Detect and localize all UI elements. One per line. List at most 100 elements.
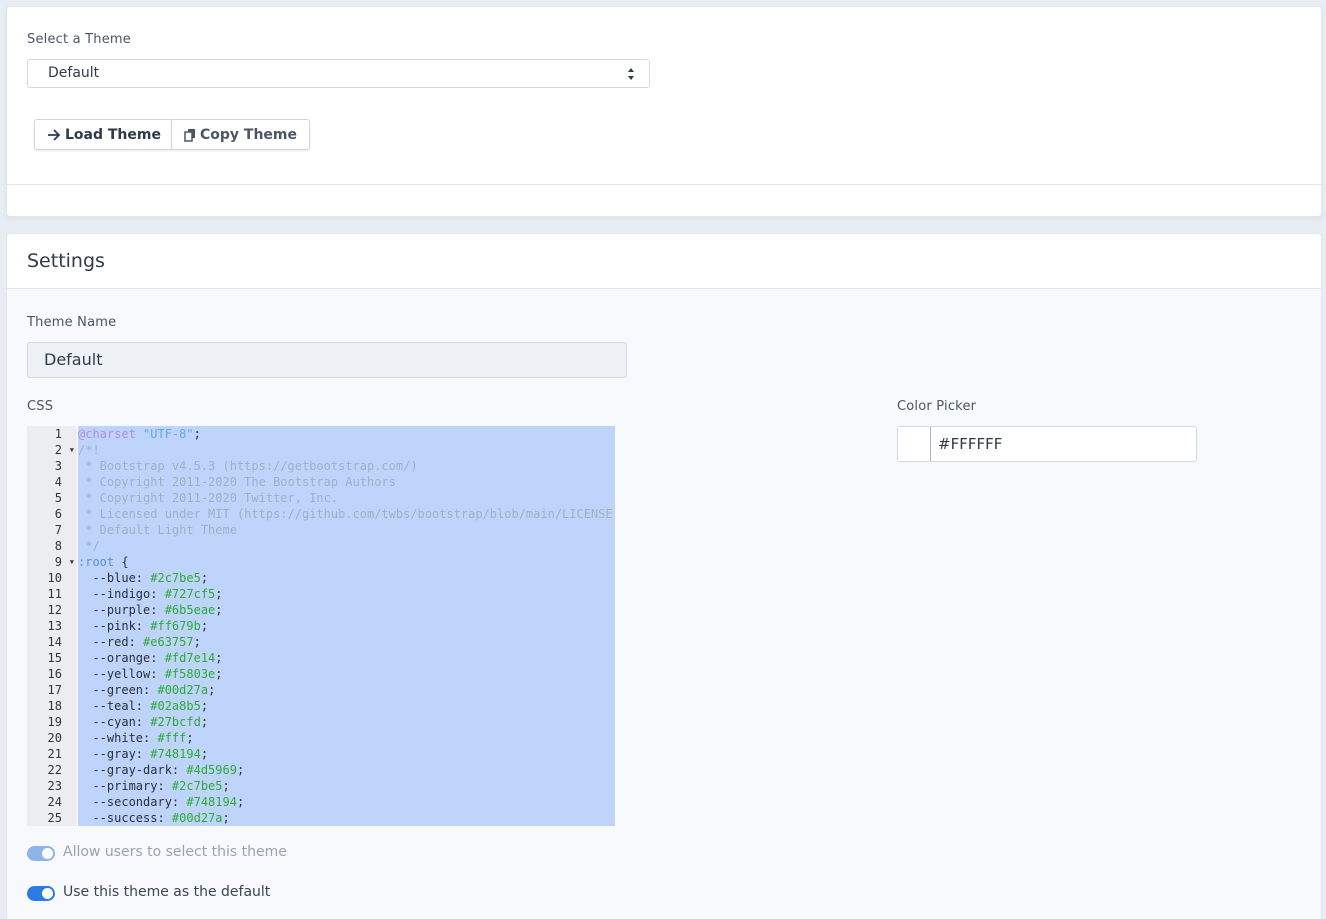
color-picker[interactable]: #FFFFFF <box>897 426 1197 462</box>
theme-select-card: Select a Theme Default Load Theme Copy T… <box>6 6 1322 217</box>
load-theme-label: Load Theme <box>65 126 161 143</box>
color-swatch[interactable] <box>898 427 931 461</box>
line-number: 25 <box>47 811 62 825</box>
css-label: CSS <box>27 399 54 414</box>
color-picker-value: #FFFFFF <box>938 435 1003 453</box>
line-number: 5 <box>54 491 62 505</box>
code-line: * Bootstrap v4.5.3 (https://getbootstrap… <box>78 458 418 474</box>
code-token: #e63757 <box>143 635 194 649</box>
theme-name-value: Default <box>44 350 103 369</box>
code-line: --cyan: #27bcfd; <box>78 714 208 730</box>
code-line: --primary: #2c7be5; <box>78 778 230 794</box>
code-line: --green: #00d27a; <box>78 682 215 698</box>
code-token: #fff <box>157 731 187 745</box>
line-number: 12 <box>47 603 62 617</box>
code-token: * Licensed under MIT (https://github.com… <box>78 507 615 521</box>
code-token: ; <box>215 587 223 601</box>
line-number: 21 <box>47 747 62 761</box>
line-number: 6 <box>54 507 62 521</box>
line-number: 7 <box>54 523 62 537</box>
code-token: ; <box>222 779 230 793</box>
code-token: --yellow: <box>78 667 165 681</box>
code-line: --yellow: #f5803e; <box>78 666 223 682</box>
code-token: #00d27a <box>157 683 209 697</box>
default-theme-label: Use this theme as the default <box>63 884 271 900</box>
line-number: 19 <box>47 715 62 729</box>
code-token: ; <box>208 683 216 697</box>
code-token: * Bootstrap v4.5.3 (https://getbootstrap… <box>78 459 418 473</box>
code-line: */ <box>78 538 100 554</box>
code-line: @charset "UTF-8"; <box>78 426 201 442</box>
editor-code-area[interactable]: @charset "UTF-8";/*! * Bootstrap v4.5.3 … <box>78 426 615 826</box>
code-token: ; <box>222 811 230 825</box>
allow-select-toggle[interactable] <box>27 846 55 861</box>
line-number: 1 <box>54 427 62 441</box>
code-token: --red: <box>78 635 144 649</box>
code-line: --gray: #748194; <box>78 746 208 762</box>
line-number: 13 <box>47 619 62 633</box>
line-number: 17 <box>47 683 62 697</box>
theme-name-input[interactable]: Default <box>27 342 627 378</box>
toggle-knob <box>42 848 53 859</box>
code-token: --white: <box>78 731 158 745</box>
code-line: --indigo: #727cf5; <box>78 586 223 602</box>
code-token: * Copyright 2011-2020 The Bootstrap Auth… <box>78 475 396 489</box>
arrow-right-icon <box>48 128 61 141</box>
select-arrows-icon <box>628 68 634 80</box>
code-token: --secondary: <box>78 795 187 809</box>
code-line: --blue: #2c7be5; <box>78 570 208 586</box>
fold-arrow-icon[interactable]: ▼ <box>70 554 74 570</box>
code-token: ; <box>236 763 245 777</box>
code-token: --teal: <box>78 699 151 713</box>
line-number: 15 <box>47 651 62 665</box>
code-token: ; <box>200 571 209 585</box>
code-token: */ <box>78 539 100 553</box>
settings-title: Settings <box>27 250 105 272</box>
line-number: 8 <box>54 539 62 553</box>
code-token: #00d27a <box>171 811 223 825</box>
code-line: * Default Light Theme <box>78 522 237 538</box>
code-token: --pink: <box>78 619 151 633</box>
code-token: * Default Light Theme <box>78 523 237 537</box>
code-token: ; <box>215 667 223 681</box>
line-number: 23 <box>47 779 62 793</box>
code-token: --orange: <box>78 651 165 665</box>
code-token: { <box>114 555 129 569</box>
theme-select-value: Default <box>48 65 100 81</box>
default-theme-toggle[interactable] <box>27 886 55 901</box>
allow-select-label: Allow users to select this theme <box>63 844 287 860</box>
code-token: --indigo: <box>78 587 165 601</box>
code-token: ; <box>236 795 245 809</box>
css-code-editor[interactable]: 1 2 ▼ 3 4 5 6 7 8 9 ▼ 10 11 12 13 14 15 16 17 18 19 20 21 22 23 2… <box>27 426 615 826</box>
code-token: ; <box>186 731 194 745</box>
code-line: * Copyright 2011-2020 Twitter, Inc. <box>78 490 338 506</box>
load-theme-button[interactable]: Load Theme <box>34 119 174 150</box>
code-token: --success: <box>78 811 172 825</box>
line-number: 11 <box>47 587 62 601</box>
code-token: ; <box>215 603 223 617</box>
code-token: ; <box>200 619 209 633</box>
code-token: #fd7e14 <box>164 651 216 665</box>
code-line: * Licensed under MIT (https://github.com… <box>78 506 615 522</box>
line-number: 20 <box>47 731 62 745</box>
code-line: --purple: #6b5eae; <box>78 602 223 618</box>
line-number: 10 <box>47 571 62 585</box>
code-line: --gray-dark: #4d5969; <box>78 762 244 778</box>
theme-select[interactable]: Default <box>27 59 650 88</box>
code-token: * Copyright 2011-2020 Twitter, Inc. <box>78 491 339 505</box>
line-number: 16 <box>47 667 62 681</box>
code-token: ; <box>193 635 201 649</box>
code-line: * Copyright 2011-2020 The Bootstrap Auth… <box>78 474 396 490</box>
toggle-knob <box>42 888 53 899</box>
code-line: /*! <box>78 442 100 458</box>
fold-arrow-icon[interactable]: ▼ <box>70 442 74 458</box>
code-token: ; <box>193 427 201 441</box>
code-token: --gray-dark: <box>78 763 187 777</box>
copy-theme-button[interactable]: Copy Theme <box>171 119 311 150</box>
code-token: ; <box>200 715 209 729</box>
line-number: 22 <box>47 763 62 777</box>
code-line: --white: #fff; <box>78 730 194 746</box>
line-number: 18 <box>47 699 62 713</box>
code-token: #748194 <box>186 795 237 809</box>
code-token: #4d5969 <box>186 763 237 777</box>
